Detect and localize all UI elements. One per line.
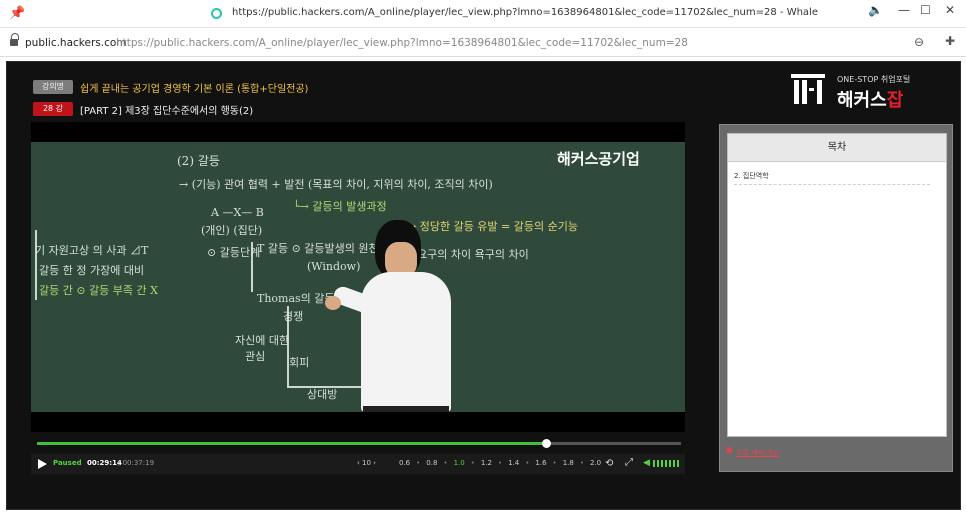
lecture-label: 강의명: [33, 80, 73, 94]
speed-separator: •: [416, 459, 421, 467]
speed-separator: •: [470, 459, 475, 467]
video-watermark: 해커스공기업: [557, 150, 640, 168]
play-icon[interactable]: [38, 459, 47, 469]
progress-fill: [37, 442, 546, 445]
maximize-icon[interactable]: ☐: [920, 3, 931, 17]
address-bar[interactable]: public.hackers.com https://public.hacker…: [0, 29, 966, 57]
toc-list: 목차 2. 집단역학: [727, 133, 947, 437]
pin-icon[interactable]: 📌: [9, 6, 25, 21]
bug-icon: ✺: [725, 446, 734, 457]
fullscreen-icon[interactable]: ⤢: [625, 457, 633, 468]
speed-separator: •: [525, 459, 530, 467]
close-icon[interactable]: ✕: [945, 3, 955, 17]
progress-bar[interactable]: [37, 439, 681, 448]
loading-icon: [211, 8, 222, 19]
speed-option[interactable]: 1.6: [535, 459, 546, 467]
skip-10-button[interactable]: ‹ 10 ›: [357, 459, 376, 467]
url-full[interactable]: https://public.hackers.com/A_online/play…: [116, 37, 688, 49]
window-title: https://public.hackers.com/A_online/play…: [232, 7, 818, 18]
speed-selector[interactable]: 0.6 • 0.8 • 1.0 • 1.2 • 1.4 • 1.6 • 1.8 • 2.0: [399, 459, 607, 467]
speed-separator: •: [552, 459, 557, 467]
minimize-icon[interactable]: —: [898, 3, 910, 17]
error-report-link[interactable]: 오류 제보/개선: [736, 448, 779, 458]
lock-icon: [10, 33, 19, 47]
title-bar: 📌 https://public.hackers.com/A_online/pl…: [0, 0, 966, 28]
toc-heading: 목차: [728, 134, 946, 162]
speed-option[interactable]: 0.6: [399, 459, 410, 467]
brand-mark-icon: [791, 74, 825, 104]
brand-logo[interactable]: ONE-STOP 취업포털 해커스잡: [791, 72, 931, 112]
player-page: 강의명 쉽게 끝내는 공기업 경영학 기본 이론 (통합+단일전공) 28 강 …: [6, 61, 961, 510]
toc-item[interactable]: 2. 집단역학: [734, 171, 930, 185]
speed-option[interactable]: 2.0: [590, 459, 601, 467]
speed-separator: •: [497, 459, 503, 467]
speed-separator: •: [579, 459, 584, 467]
zoom-icon[interactable]: ⊖: [914, 35, 924, 49]
speed-option[interactable]: 1.0: [454, 459, 465, 467]
presenter-figure: [325, 220, 461, 412]
speaker-icon[interactable]: 🔈: [868, 3, 883, 17]
speed-option[interactable]: 0.8: [426, 459, 437, 467]
brand-name: 해커스잡: [837, 90, 904, 111]
brand-tagline: ONE-STOP 취업포털: [837, 75, 911, 84]
volume-icon[interactable]: ◀: [643, 458, 650, 468]
progress-handle[interactable]: [541, 439, 551, 448]
lecture-title: 쉽게 끝내는 공기업 경영학 기본 이론 (통합+단일전공): [80, 84, 309, 95]
speed-option[interactable]: 1.8: [563, 459, 574, 467]
repeat-icon[interactable]: ⟲: [605, 458, 613, 469]
lecture-video-frame: (2) 갈등 → (기능) 관여 협력 + 발전 (목표의 차이, 지위의 차이…: [31, 142, 685, 412]
extension-icon[interactable]: ✚: [945, 34, 955, 48]
speed-separator: •: [443, 459, 448, 467]
playback-status: Paused: [53, 459, 82, 467]
total-time: / 00:37:19: [118, 459, 155, 467]
player-controls: Paused 00:29:14 / 00:37:19 ‹ 10 › 0.6 • 0.…: [31, 454, 685, 474]
toc-panel: 목차 2. 집단역학 ✺ 오류 제보/개선: [719, 124, 953, 472]
episode-label: 28 강: [33, 102, 73, 116]
url-host[interactable]: public.hackers.com: [25, 37, 127, 49]
speed-option[interactable]: 1.2: [481, 459, 492, 467]
episode-title: [PART 2] 제3장 집단수준에서의 행동(2): [80, 106, 254, 117]
video-player[interactable]: (2) 갈등 → (기능) 관여 협력 + 발전 (목표의 차이, 지위의 차이…: [31, 122, 685, 432]
current-time: 00:29:14: [87, 459, 122, 467]
volume-slider[interactable]: [653, 460, 681, 467]
speed-option[interactable]: 1.4: [508, 459, 519, 467]
